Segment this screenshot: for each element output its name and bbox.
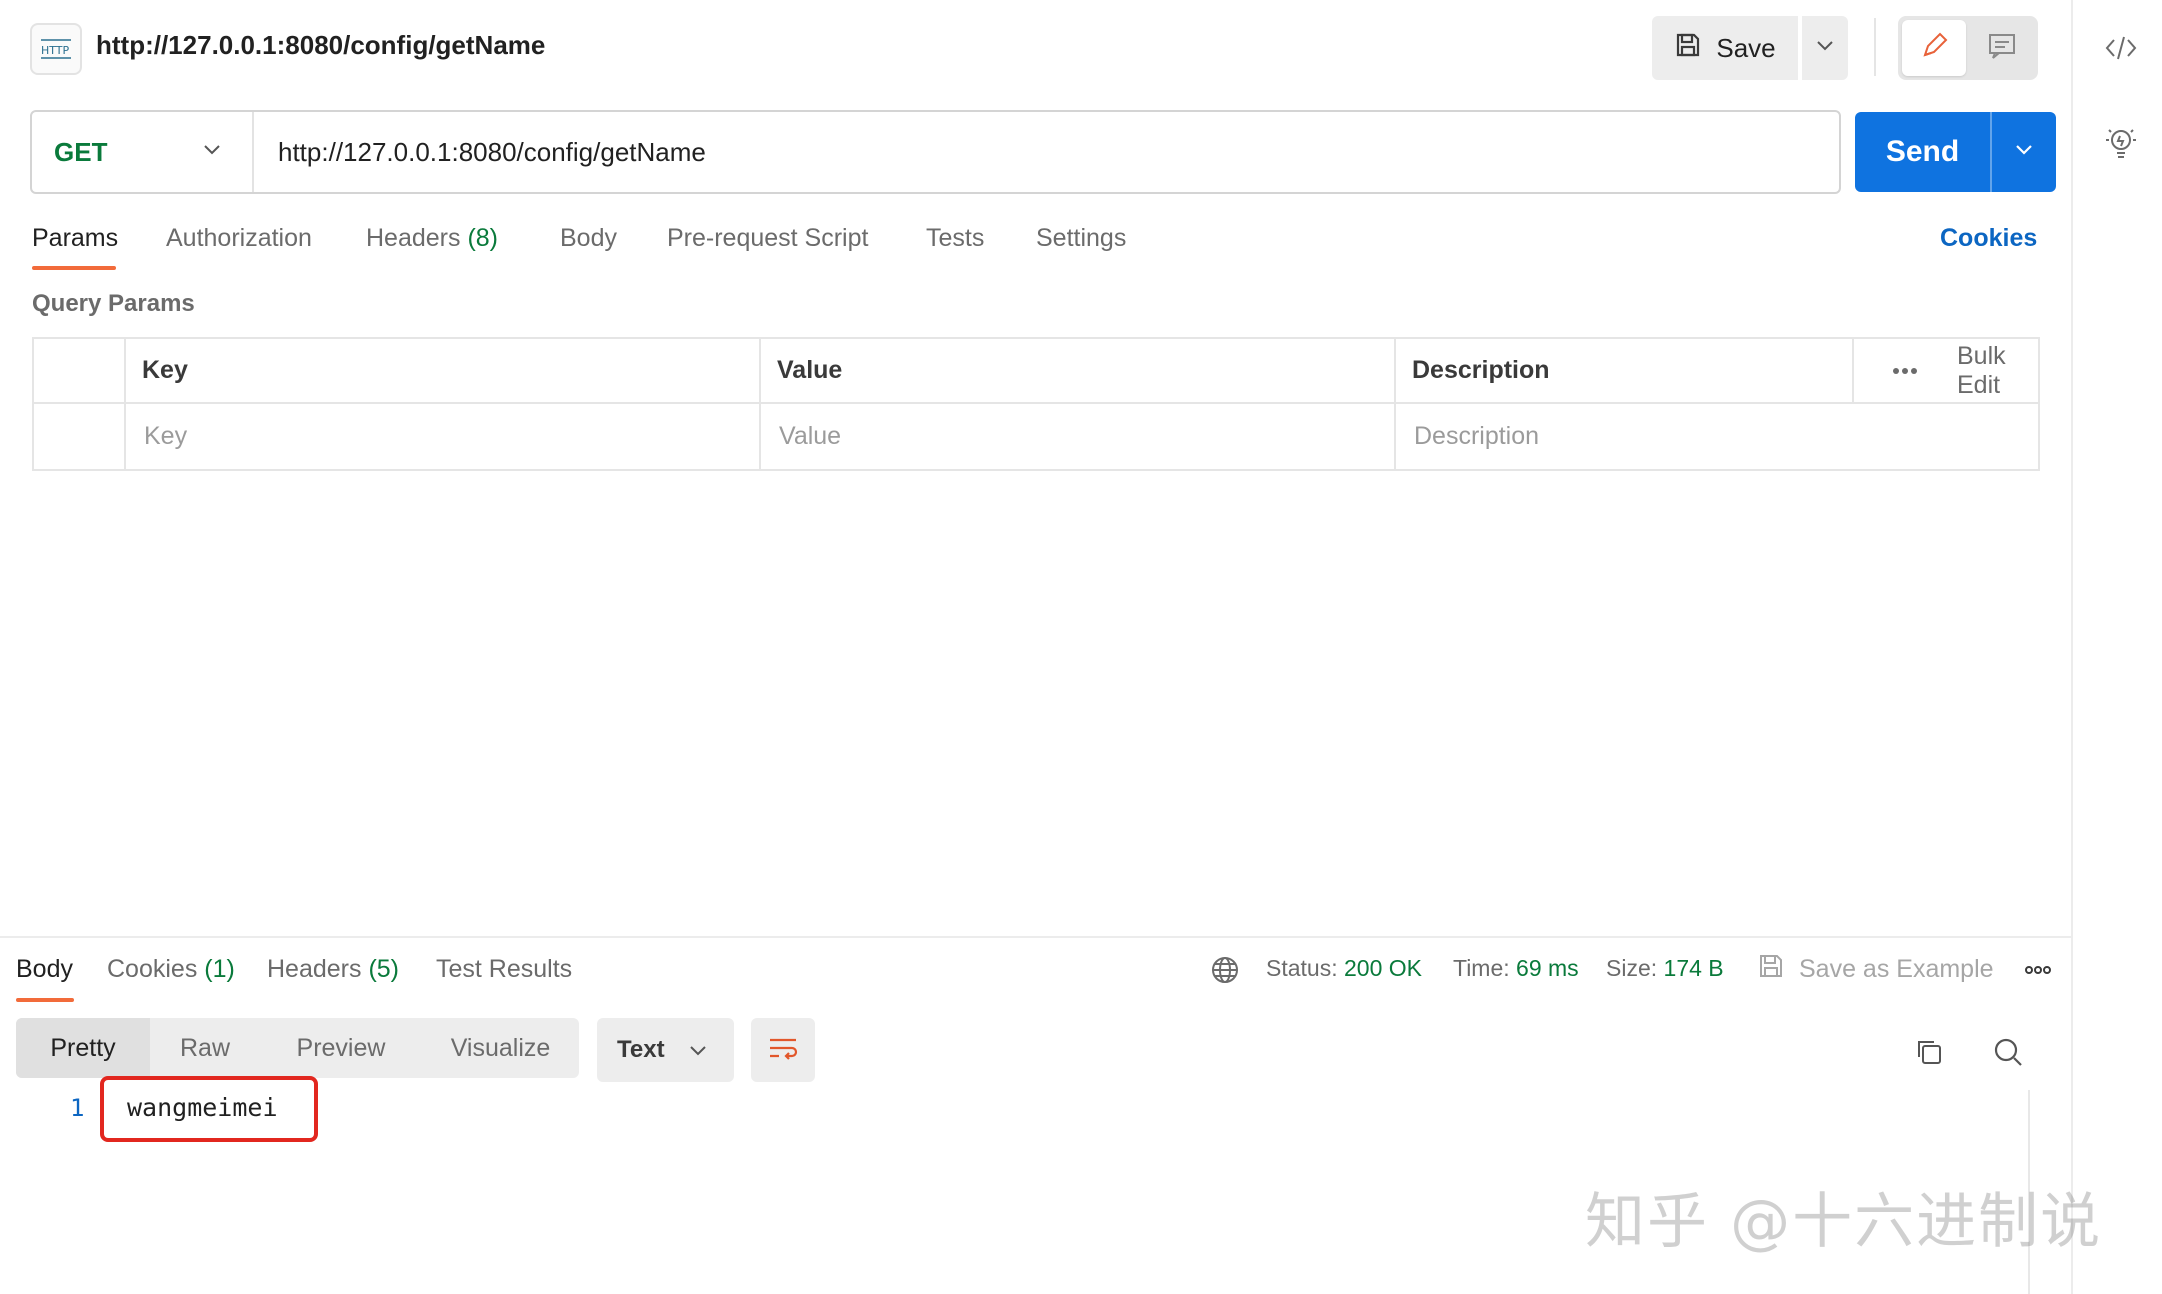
response-size[interactable]: Size: 174 B <box>1606 955 1724 982</box>
save-label: Save <box>1716 33 1775 64</box>
tab-headers-label: Headers <box>366 224 461 252</box>
column-divider <box>1852 339 1854 404</box>
tab-params[interactable]: Params <box>32 224 118 253</box>
format-visualize[interactable]: Visualize <box>422 1018 579 1078</box>
save-as-example-label: Save as Example <box>1799 955 1994 984</box>
active-response-tab-indicator <box>16 998 74 1002</box>
save-icon <box>1757 952 1785 987</box>
column-divider <box>1394 339 1396 471</box>
send-button[interactable]: Send <box>1855 112 1990 192</box>
more-options-icon[interactable] <box>2016 948 2060 992</box>
http-badge-text: HTTP <box>41 44 70 57</box>
comment-icon <box>1987 32 2017 65</box>
watermark: 知乎 @十六进制说 <box>1585 1173 2102 1260</box>
response-body-content[interactable]: wangmeimei <box>127 1093 278 1122</box>
wrap-lines-button[interactable] <box>751 1018 815 1082</box>
code-icon[interactable] <box>2101 28 2141 68</box>
header-divider <box>1874 18 1876 76</box>
status-label: Status: <box>1266 955 1338 981</box>
line-number: 1 <box>70 1094 84 1122</box>
tab-authorization[interactable]: Authorization <box>166 224 312 253</box>
comment-mode-button[interactable] <box>1970 20 2034 76</box>
cookies-link[interactable]: Cookies <box>1940 224 2037 253</box>
table-row: Key Value Description <box>34 404 2038 469</box>
column-divider <box>124 339 126 471</box>
response-tab-test-results[interactable]: Test Results <box>436 955 572 984</box>
url-input[interactable] <box>254 112 1839 192</box>
save-options-button[interactable] <box>1802 16 1848 80</box>
query-params-table: Key Value Description Bulk Edit Key Valu… <box>32 337 2040 471</box>
response-tab-body[interactable]: Body <box>16 955 73 984</box>
time-label: Time: <box>1453 955 1510 981</box>
request-url-bar: GET <box>30 110 1841 194</box>
format-preview[interactable]: Preview <box>260 1018 422 1078</box>
save-icon <box>1674 31 1702 66</box>
copy-icon[interactable] <box>1907 1030 1951 1074</box>
response-time[interactable]: Time: 69 ms <box>1453 955 1579 982</box>
size-value: 174 B <box>1664 955 1724 981</box>
save-button-group: Save <box>1652 16 1848 80</box>
response-tab-cookies-count: (1) <box>204 955 235 983</box>
search-icon[interactable] <box>1986 1030 2030 1074</box>
response-tab-cookies[interactable]: Cookies (1) <box>107 955 235 984</box>
query-params-title: Query Params <box>32 290 195 318</box>
http-request-icon: HTTP <box>30 23 82 75</box>
chevron-down-icon <box>202 143 222 161</box>
column-header-description: Description <box>1394 339 1550 402</box>
tab-headers[interactable]: Headers (8) <box>366 224 498 253</box>
param-value-input[interactable]: Value <box>759 404 841 469</box>
chevron-down-icon <box>688 1036 708 1064</box>
time-value: 69 ms <box>1516 955 1579 981</box>
response-format-segmented: Pretty Raw Preview Visualize <box>16 1018 579 1078</box>
format-raw[interactable]: Raw <box>150 1018 260 1078</box>
active-tab-indicator <box>32 266 116 270</box>
more-options-icon[interactable] <box>1872 339 1918 402</box>
tab-tests[interactable]: Tests <box>926 224 984 253</box>
response-tab-headers[interactable]: Headers (5) <box>267 955 399 984</box>
response-status[interactable]: Status: 200 OK <box>1266 955 1422 982</box>
mode-toggle <box>1898 16 2038 80</box>
pencil-icon <box>1919 31 1949 66</box>
save-as-example-button[interactable]: Save as Example <box>1757 952 1994 987</box>
column-header-key: Key <box>124 339 188 402</box>
request-title[interactable]: http://127.0.0.1:8080/config/getName <box>96 30 545 61</box>
status-value: 200 OK <box>1344 955 1422 981</box>
pane-divider[interactable] <box>0 936 2071 938</box>
method-select[interactable]: GET <box>32 112 254 192</box>
column-header-value: Value <box>759 339 842 402</box>
tab-headers-count: (8) <box>467 224 498 252</box>
send-button-group: Send <box>1855 112 2056 192</box>
chevron-down-icon <box>2014 143 2034 161</box>
size-label: Size: <box>1606 955 1657 981</box>
edit-mode-button[interactable] <box>1902 20 1966 76</box>
globe-icon[interactable] <box>1203 948 1247 992</box>
lightbulb-icon[interactable] <box>2101 124 2141 164</box>
tab-settings[interactable]: Settings <box>1036 224 1126 253</box>
tab-body[interactable]: Body <box>560 224 617 253</box>
save-button[interactable]: Save <box>1652 16 1798 80</box>
format-pretty[interactable]: Pretty <box>16 1018 150 1078</box>
table-header-row: Key Value Description Bulk Edit <box>34 339 2038 404</box>
chevron-down-icon <box>1815 39 1835 57</box>
response-tab-headers-label: Headers <box>267 955 362 983</box>
language-select[interactable]: Text <box>597 1018 734 1082</box>
right-sidebar <box>2071 0 2162 1294</box>
language-label: Text <box>617 1036 665 1064</box>
response-tab-cookies-label: Cookies <box>107 955 197 983</box>
param-description-input[interactable]: Description <box>1394 404 1539 469</box>
column-divider <box>759 339 761 471</box>
bulk-edit-button[interactable]: Bulk Edit <box>1939 339 2038 402</box>
send-options-button[interactable] <box>1990 112 2056 192</box>
response-tab-headers-count: (5) <box>368 955 399 983</box>
param-key-input[interactable]: Key <box>124 404 187 469</box>
wrap-lines-icon <box>766 1034 800 1067</box>
method-label: GET <box>54 137 107 168</box>
tab-pre-request-script[interactable]: Pre-request Script <box>667 224 868 253</box>
